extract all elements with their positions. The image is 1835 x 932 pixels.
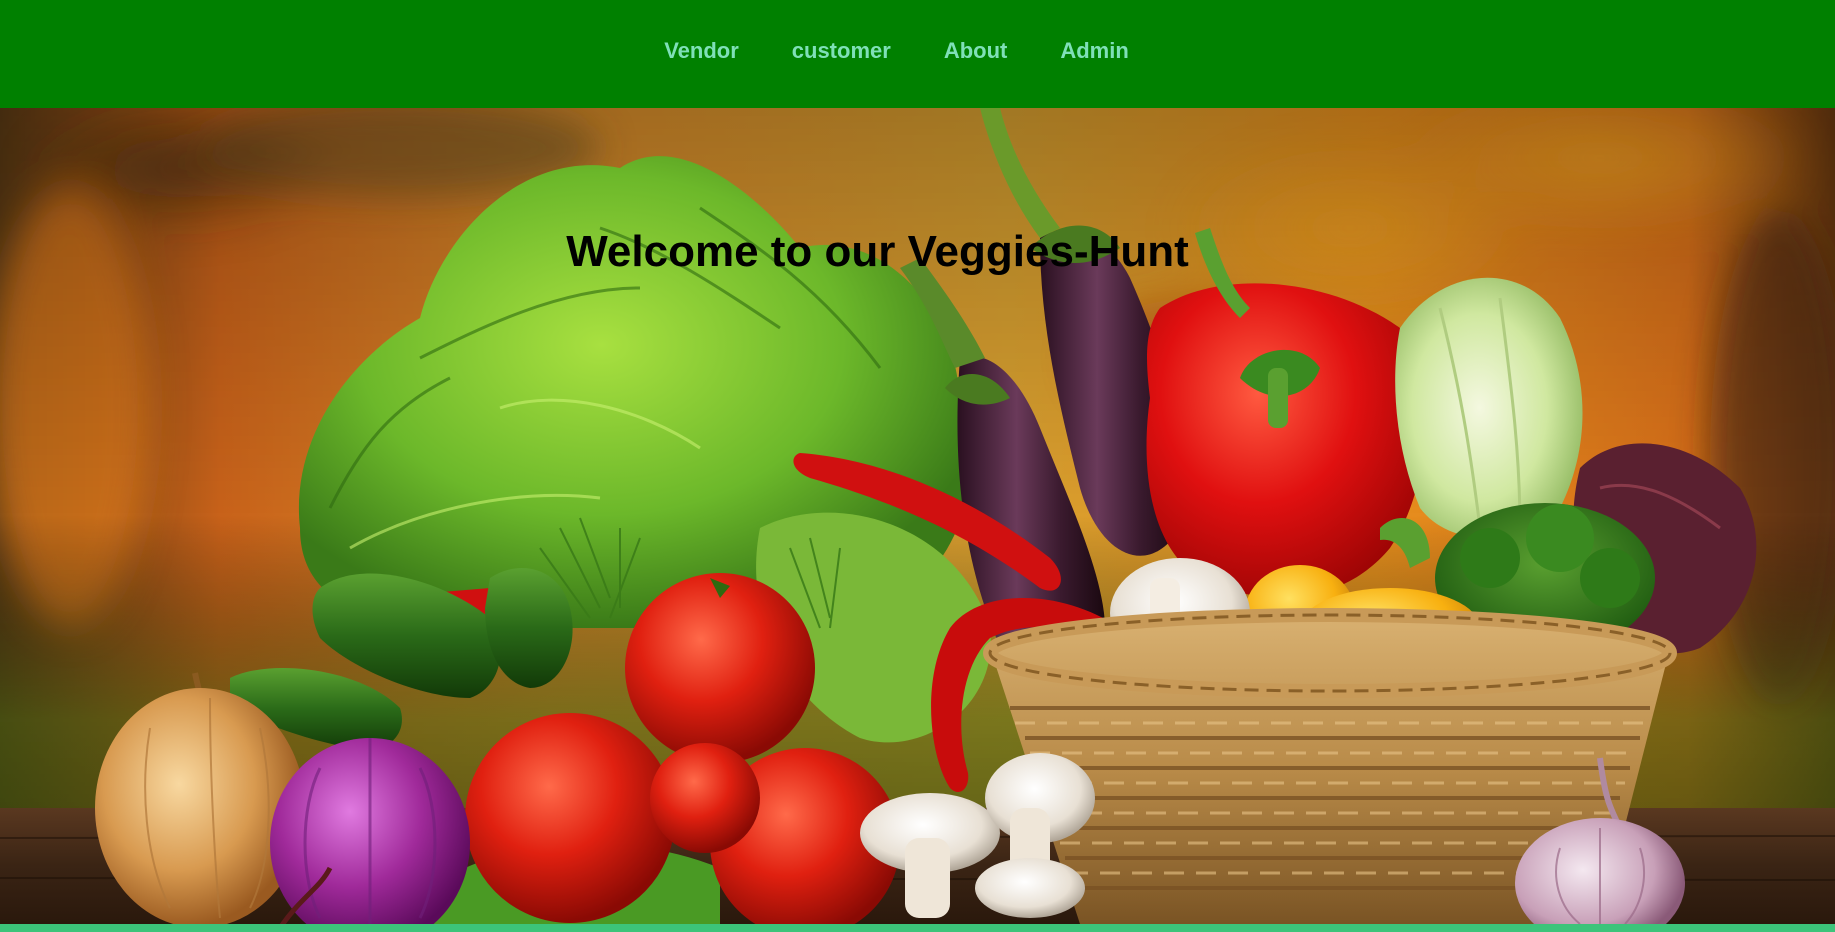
bottom-strip — [0, 924, 1835, 932]
nav-links: Vendor customer About Admin — [664, 38, 1129, 64]
hero-section: Welcome to our Veggies-Hunt — [0, 108, 1835, 924]
page: Vendor customer About Admin Welcome to o… — [0, 0, 1835, 932]
nav-link-about[interactable]: About — [944, 38, 1008, 64]
nav-link-customer[interactable]: customer — [792, 38, 891, 64]
nav-link-vendor[interactable]: Vendor — [664, 38, 739, 64]
top-navbar: Vendor customer About Admin — [0, 0, 1835, 108]
hero-title: Welcome to our Veggies-Hunt — [566, 227, 1189, 276]
nav-link-admin[interactable]: Admin — [1060, 38, 1128, 64]
